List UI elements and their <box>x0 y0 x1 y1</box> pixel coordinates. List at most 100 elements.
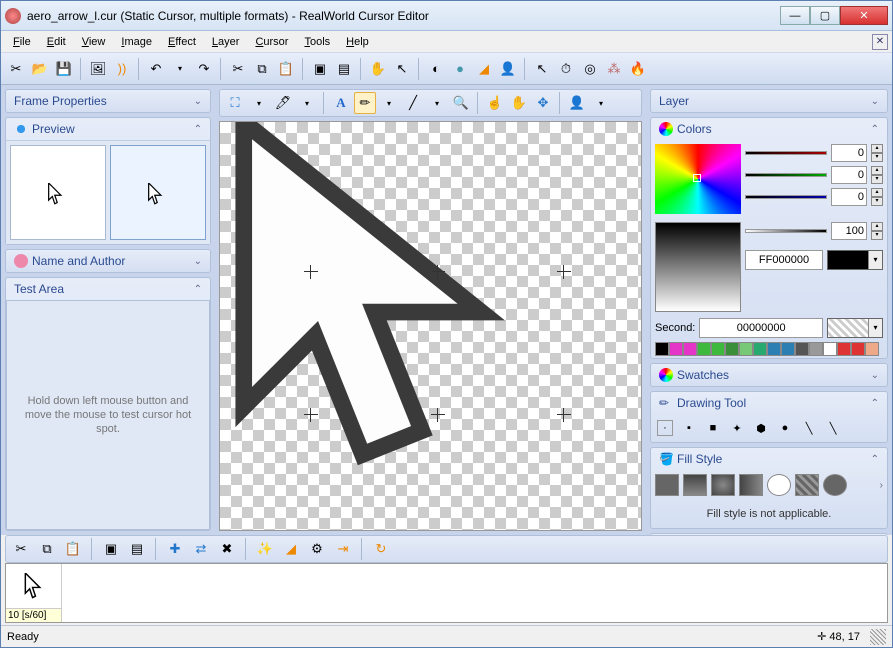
blue-slider[interactable] <box>745 195 827 199</box>
dd-icon[interactable]: ▾ <box>590 92 612 114</box>
menu-effect[interactable]: Effect <box>160 34 204 50</box>
alpha-value[interactable]: 100 <box>831 222 867 240</box>
brush-6[interactable]: ● <box>777 420 793 436</box>
fs-4[interactable] <box>739 474 763 496</box>
pointer-icon[interactable]: ↖ <box>391 58 413 80</box>
gear-dots-icon[interactable]: ⁂ <box>603 58 625 80</box>
palette-color[interactable] <box>865 342 879 356</box>
titlebar[interactable]: aero_arrow_l.cur (Static Cursor, multipl… <box>1 1 892 31</box>
palette-color[interactable] <box>725 342 739 356</box>
menu-view[interactable]: View <box>74 34 114 50</box>
name-author-header[interactable]: Name and Author⌄ <box>6 250 210 272</box>
palette-color[interactable] <box>781 342 795 356</box>
green-spin[interactable]: ▴▾ <box>871 166 883 184</box>
menu-cursor[interactable]: Cursor <box>247 34 296 50</box>
fs-3[interactable] <box>711 474 735 496</box>
copy-icon[interactable]: ⧉ <box>251 58 273 80</box>
second-hex-input[interactable]: 00000000 <box>699 318 823 338</box>
green-slider[interactable] <box>745 173 827 177</box>
palette-color[interactable] <box>837 342 851 356</box>
alpha-slider[interactable] <box>745 229 827 233</box>
layer-header[interactable]: Layer⌄ <box>651 90 887 112</box>
menu-help[interactable]: Help <box>338 34 377 50</box>
dd-icon[interactable]: ▾ <box>248 92 270 114</box>
move-icon[interactable]: ✥ <box>532 92 554 114</box>
menu-edit[interactable]: Edit <box>39 34 74 50</box>
wand-icon[interactable]: ✨ <box>254 538 276 560</box>
export-icon[interactable]: ⇥ <box>332 538 354 560</box>
pencil-icon[interactable]: ✏ <box>354 92 376 114</box>
red-value[interactable]: 0 <box>831 144 867 162</box>
fs-6[interactable] <box>795 474 819 496</box>
drawing-tool-header[interactable]: ✏Drawing Tool⌃ <box>651 392 887 414</box>
green-value[interactable]: 0 <box>831 166 867 184</box>
hue-picker[interactable] <box>655 144 741 214</box>
frame-a-icon[interactable]: ▣ <box>100 538 122 560</box>
target-icon[interactable]: ◎ <box>579 58 601 80</box>
brush-3[interactable]: ■ <box>705 420 721 436</box>
refresh-icon[interactable]: ↻ <box>370 538 392 560</box>
resize-grip-icon[interactable] <box>870 629 886 645</box>
fs-5[interactable] <box>767 474 791 496</box>
link-icon[interactable]: ⇄ <box>190 538 212 560</box>
palette-color[interactable] <box>851 342 865 356</box>
frame-1[interactable]: 10 [s/60] <box>6 564 62 622</box>
palette-color[interactable] <box>655 342 669 356</box>
menu-layer[interactable]: Layer <box>204 34 248 50</box>
new-icon[interactable]: ✂ <box>5 58 27 80</box>
colors-header[interactable]: Colors⌃ <box>651 118 887 140</box>
layer1-icon[interactable]: ▣ <box>309 58 331 80</box>
menu-tools[interactable]: Tools <box>296 34 338 50</box>
red-slider[interactable] <box>745 151 827 155</box>
palette-color[interactable] <box>683 342 697 356</box>
test-area[interactable]: Hold down left mouse button and move the… <box>6 300 210 530</box>
zoom-icon[interactable]: 🔍 <box>450 92 472 114</box>
brush-2[interactable]: ▪ <box>681 420 697 436</box>
fs-7[interactable] <box>823 474 847 496</box>
blue-spin[interactable]: ▴▾ <box>871 188 883 206</box>
minimize-button[interactable]: — <box>780 6 810 25</box>
text-icon[interactable]: A <box>330 92 352 114</box>
clock-icon[interactable]: ⏱ <box>555 58 577 80</box>
dd-icon[interactable]: ▾ <box>426 92 448 114</box>
menu-file[interactable]: File <box>5 34 39 50</box>
dd-icon[interactable]: ▾ <box>296 92 318 114</box>
primary-swatch[interactable]: ▾ <box>827 250 883 270</box>
brush-4[interactable]: ✦ <box>729 420 745 436</box>
picture-icon[interactable]: 🖼 <box>87 58 109 80</box>
frame-properties-header[interactable]: Frame Properties⌄ <box>6 90 210 112</box>
fill-style-header[interactable]: 🪣Fill Style⌃ <box>651 448 887 470</box>
frame-b-icon[interactable]: ▤ <box>126 538 148 560</box>
cut-icon[interactable]: ✂ <box>227 58 249 80</box>
canvas[interactable] <box>219 121 642 531</box>
red-spin[interactable]: ▴▾ <box>871 144 883 162</box>
globe-icon[interactable]: ● <box>449 58 471 80</box>
brush-8[interactable]: ╲ <box>825 420 841 436</box>
line-icon[interactable]: ╱ <box>402 92 424 114</box>
palette-color[interactable] <box>697 342 711 356</box>
person-icon[interactable]: 👤 <box>497 58 519 80</box>
add-icon[interactable]: ✚ <box>164 538 186 560</box>
fs-2[interactable] <box>683 474 707 496</box>
more-icon[interactable]: › <box>880 480 883 491</box>
paste-icon[interactable]: 📋 <box>62 538 84 560</box>
brush-1[interactable]: · <box>657 420 673 436</box>
close-button[interactable]: ✕ <box>840 6 888 25</box>
finger-icon[interactable]: ☝ <box>484 92 506 114</box>
brush-icon[interactable]: 🖊 <box>272 92 294 114</box>
del-icon[interactable]: ✖ <box>216 538 238 560</box>
maximize-button[interactable]: ▢ <box>810 6 840 25</box>
contrast-icon[interactable]: ◐ <box>425 58 447 80</box>
brush-7[interactable]: ╲ <box>801 420 817 436</box>
ruler-icon[interactable]: ◢ <box>473 58 495 80</box>
alpha-spin[interactable]: ▴▾ <box>871 222 883 240</box>
undo-icon[interactable]: ↶ <box>145 58 167 80</box>
menu-image[interactable]: Image <box>113 34 160 50</box>
test-area-header[interactable]: Test Area⌃ <box>6 278 210 300</box>
palette-color[interactable] <box>767 342 781 356</box>
second-swatch[interactable]: ▾ <box>827 318 883 338</box>
open-icon[interactable]: 📂 <box>29 58 51 80</box>
ruler-icon[interactable]: ◢ <box>280 538 302 560</box>
person-icon[interactable]: 👤 <box>566 92 588 114</box>
palette-color[interactable] <box>739 342 753 356</box>
